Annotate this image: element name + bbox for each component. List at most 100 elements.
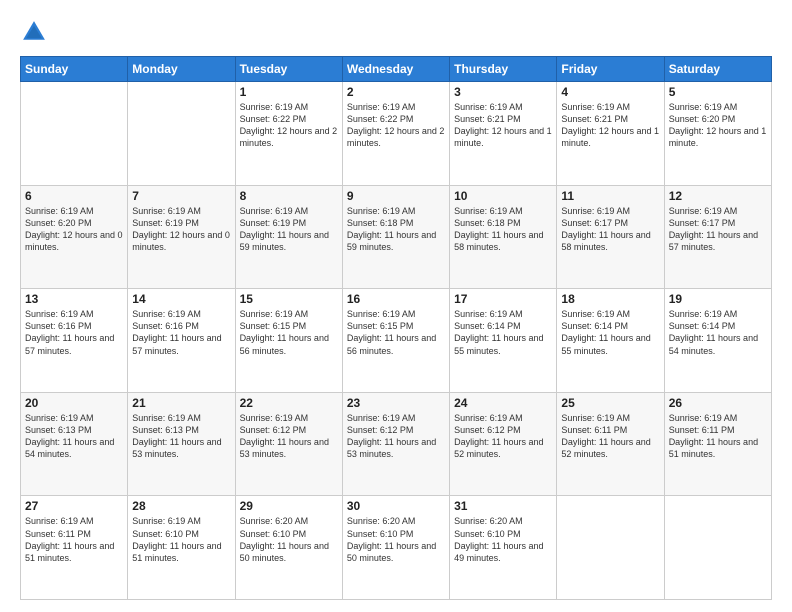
calendar-cell: 30 Sunrise: 6:20 AM Sunset: 6:10 PM Dayli… [342,496,449,600]
calendar-header-monday: Monday [128,57,235,82]
day-info: Sunrise: 6:19 AM Sunset: 6:13 PM Dayligh… [25,412,123,461]
day-number: 4 [561,85,659,99]
calendar-cell: 25Sunrise: 6:19 AM Sunset: 6:11 PM Dayli… [557,392,664,496]
day-info: Sunrise: 6:19 AM Sunset: 6:10 PM Dayligh… [132,515,230,564]
day-number: 11 [561,189,659,203]
calendar-cell: 4 Sunrise: 6:19 AM Sunset: 6:21 PM Daylig… [557,82,664,186]
day-info: Sunrise: 6:19 AM Sunset: 6:12 PM Dayligh… [347,412,445,461]
day-info: Sunrise: 6:20 AM Sunset: 6:10 PM Dayligh… [454,515,552,564]
calendar-cell [664,496,771,600]
day-info: Sunrise: 6:19 AM Sunset: 6:11 PM Dayligh… [669,412,767,461]
day-number: 31 [454,499,552,513]
calendar-cell: 18 Sunrise: 6:19 AM Sunset: 6:14 PM Dayli… [557,289,664,393]
day-number: 29 [240,499,338,513]
calendar-cell: 9 Sunrise: 6:19 AM Sunset: 6:18 PM Daylig… [342,185,449,289]
day-info: Sunrise: 6:19 AM Sunset: 6:12 PM Dayligh… [454,412,552,461]
calendar-cell: 27 Sunrise: 6:19 AM Sunset: 6:11 PM Dayli… [21,496,128,600]
day-number: 28 [132,499,230,513]
calendar-cell: 23 Sunrise: 6:19 AM Sunset: 6:12 PM Dayli… [342,392,449,496]
day-info: Sunrise: 6:20 AM Sunset: 6:10 PM Dayligh… [240,515,338,564]
day-info: Sunrise: 6:19 AM Sunset: 6:14 PM Dayligh… [454,308,552,357]
calendar-header-sunday: Sunday [21,57,128,82]
calendar-cell [128,82,235,186]
day-info: Sunrise: 6:20 AM Sunset: 6:10 PM Dayligh… [347,515,445,564]
day-info: Sunrise: 6:19 AM Sunset: 6:21 PM Dayligh… [561,101,659,150]
calendar-cell: 10 Sunrise: 6:19 AM Sunset: 6:18 PM Dayli… [450,185,557,289]
day-info: Sunrise: 6:19 AM Sunset: 6:17 PM Dayligh… [561,205,659,254]
day-number: 26 [669,396,767,410]
day-number: 16 [347,292,445,306]
calendar-cell: 24 Sunrise: 6:19 AM Sunset: 6:12 PM Dayli… [450,392,557,496]
calendar-cell: 20 Sunrise: 6:19 AM Sunset: 6:13 PM Dayli… [21,392,128,496]
day-number: 7 [132,189,230,203]
day-info: Sunrise: 6:19 AM Sunset: 6:20 PM Dayligh… [25,205,123,254]
calendar-cell: 5Sunrise: 6:19 AM Sunset: 6:20 PM Daylig… [664,82,771,186]
calendar-week-row: 6Sunrise: 6:19 AM Sunset: 6:20 PM Daylig… [21,185,772,289]
day-info: Sunrise: 6:19 AM Sunset: 6:14 PM Dayligh… [669,308,767,357]
calendar-cell: 12Sunrise: 6:19 AM Sunset: 6:17 PM Dayli… [664,185,771,289]
calendar-header-thursday: Thursday [450,57,557,82]
calendar-cell: 28 Sunrise: 6:19 AM Sunset: 6:10 PM Dayli… [128,496,235,600]
day-info: Sunrise: 6:19 AM Sunset: 6:18 PM Dayligh… [454,205,552,254]
calendar-cell [557,496,664,600]
day-number: 2 [347,85,445,99]
calendar-header-wednesday: Wednesday [342,57,449,82]
calendar-cell: 11 Sunrise: 6:19 AM Sunset: 6:17 PM Dayli… [557,185,664,289]
day-number: 21 [132,396,230,410]
day-info: Sunrise: 6:19 AM Sunset: 6:18 PM Dayligh… [347,205,445,254]
day-info: Sunrise: 6:19 AM Sunset: 6:22 PM Dayligh… [347,101,445,150]
day-info: Sunrise: 6:19 AM Sunset: 6:16 PM Dayligh… [132,308,230,357]
day-number: 18 [561,292,659,306]
day-info: Sunrise: 6:19 AM Sunset: 6:15 PM Dayligh… [240,308,338,357]
day-number: 17 [454,292,552,306]
day-number: 24 [454,396,552,410]
calendar-week-row: 20 Sunrise: 6:19 AM Sunset: 6:13 PM Dayli… [21,392,772,496]
calendar-header-friday: Friday [557,57,664,82]
day-info: Sunrise: 6:19 AM Sunset: 6:22 PM Dayligh… [240,101,338,150]
day-info: Sunrise: 6:19 AM Sunset: 6:19 PM Dayligh… [240,205,338,254]
header [20,18,772,46]
calendar-cell: 3 Sunrise: 6:19 AM Sunset: 6:21 PM Daylig… [450,82,557,186]
day-number: 19 [669,292,767,306]
day-info: Sunrise: 6:19 AM Sunset: 6:11 PM Dayligh… [561,412,659,461]
day-info: Sunrise: 6:19 AM Sunset: 6:12 PM Dayligh… [240,412,338,461]
calendar-cell: 17 Sunrise: 6:19 AM Sunset: 6:14 PM Dayli… [450,289,557,393]
day-info: Sunrise: 6:19 AM Sunset: 6:11 PM Dayligh… [25,515,123,564]
day-info: Sunrise: 6:19 AM Sunset: 6:15 PM Dayligh… [347,308,445,357]
day-number: 1 [240,85,338,99]
day-number: 5 [669,85,767,99]
calendar-cell: 8 Sunrise: 6:19 AM Sunset: 6:19 PM Daylig… [235,185,342,289]
day-number: 27 [25,499,123,513]
calendar-header-row: SundayMondayTuesdayWednesdayThursdayFrid… [21,57,772,82]
calendar-week-row: 27 Sunrise: 6:19 AM Sunset: 6:11 PM Dayli… [21,496,772,600]
day-number: 3 [454,85,552,99]
day-info: Sunrise: 6:19 AM Sunset: 6:21 PM Dayligh… [454,101,552,150]
day-info: Sunrise: 6:19 AM Sunset: 6:16 PM Dayligh… [25,308,123,357]
calendar-cell: 2 Sunrise: 6:19 AM Sunset: 6:22 PM Daylig… [342,82,449,186]
calendar-cell: 1 Sunrise: 6:19 AM Sunset: 6:22 PM Daylig… [235,82,342,186]
calendar-header-tuesday: Tuesday [235,57,342,82]
calendar-cell: 22Sunrise: 6:19 AM Sunset: 6:12 PM Dayli… [235,392,342,496]
calendar-cell: 31 Sunrise: 6:20 AM Sunset: 6:10 PM Dayli… [450,496,557,600]
calendar-cell [21,82,128,186]
day-number: 30 [347,499,445,513]
logo-icon [20,18,48,46]
day-info: Sunrise: 6:19 AM Sunset: 6:19 PM Dayligh… [132,205,230,254]
day-number: 8 [240,189,338,203]
calendar-week-row: 1 Sunrise: 6:19 AM Sunset: 6:22 PM Daylig… [21,82,772,186]
calendar-cell: 15 Sunrise: 6:19 AM Sunset: 6:15 PM Dayli… [235,289,342,393]
day-info: Sunrise: 6:19 AM Sunset: 6:13 PM Dayligh… [132,412,230,461]
day-number: 14 [132,292,230,306]
calendar-week-row: 13Sunrise: 6:19 AM Sunset: 6:16 PM Dayli… [21,289,772,393]
day-number: 15 [240,292,338,306]
calendar-table: SundayMondayTuesdayWednesdayThursdayFrid… [20,56,772,600]
day-number: 20 [25,396,123,410]
calendar-cell: 7 Sunrise: 6:19 AM Sunset: 6:19 PM Daylig… [128,185,235,289]
day-number: 9 [347,189,445,203]
day-number: 23 [347,396,445,410]
page: SundayMondayTuesdayWednesdayThursdayFrid… [0,0,792,612]
day-number: 10 [454,189,552,203]
calendar-cell: 6Sunrise: 6:19 AM Sunset: 6:20 PM Daylig… [21,185,128,289]
day-info: Sunrise: 6:19 AM Sunset: 6:14 PM Dayligh… [561,308,659,357]
calendar-cell: 19 Sunrise: 6:19 AM Sunset: 6:14 PM Dayli… [664,289,771,393]
